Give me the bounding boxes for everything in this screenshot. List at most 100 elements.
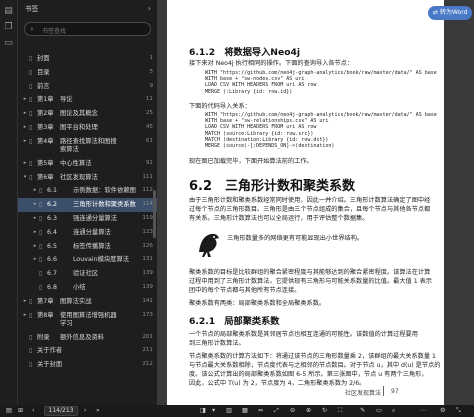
bookmark-item[interactable]: ▸ ▯ 第3章 图平台和处理 45 [18,121,157,135]
bookmark-page-number: 114 [142,201,153,208]
bookmark-icon: ▯ [29,173,33,181]
footer-divider [383,386,384,396]
bookmark-page-number: 9 [149,82,153,89]
sidebar-toggle-icon[interactable]: ▤ [6,405,12,417]
scroll-mode-icon[interactable]: ▦ [242,405,248,417]
settings-icon[interactable]: ⚙ [440,405,446,417]
last-page-icon[interactable]: » [96,405,100,417]
prev-page-icon[interactable]: ‹ [32,405,34,417]
sidebar-scrollbar[interactable] [153,190,156,238]
bookmark-label: 三角形计数和聚类系数 [73,201,136,209]
bookmark-label: 图论及其概念 [60,110,98,118]
expand-arrow-icon[interactable]: ▸ [22,157,28,171]
annotation-icon[interactable]: ▭ [4,38,14,48]
next-page-icon[interactable]: › [84,405,86,417]
thumbnail-icon[interactable]: ⊞ [18,405,23,417]
collapse-arrow-icon[interactable]: ▾ [22,171,28,185]
bookmark-label: 示例数据：软件依赖图 [73,187,136,195]
expand-arrow-icon[interactable]: ▸ [22,295,28,309]
bookmark-page-number: 11 [145,96,153,103]
expand-arrow-icon[interactable]: ▸ [22,107,28,121]
bookmark-chapter-number: 6.1 [47,187,58,195]
expand-arrow-icon[interactable]: ▸ [22,121,28,135]
expand-arrow-icon[interactable]: ▸ [22,93,28,107]
bookmark-item[interactable]: ▸ ▯ 6.2 三角形计数和聚类系数 114 [18,198,157,212]
bookmark-page-number: 112 [142,187,153,194]
bookmark-item[interactable]: ▸ ▯ 第7章 图算法实战 141 [18,295,157,309]
bookmark-panel-icon[interactable]: ▤ [4,6,14,16]
bookmark-item[interactable]: ▸ ▯ 6.3 强连通分量算法 119 [18,212,157,226]
paragraph-line: 团中的每个节点都与其他所有节点连接。 [189,287,301,294]
single-page-icon[interactable]: ◨ [200,405,206,417]
paragraph: 聚类系数有两类：局部聚类系数和全局聚类系数。 [189,300,326,307]
bookmark-label: 关于封面 [37,361,63,369]
convert-to-word-button[interactable]: ⇄ 转为Word [428,6,473,20]
section-heading-6-1-2: 6.1.2 将数据导入Neo4j [189,47,301,58]
expand-arrow-icon[interactable]: ▸ [22,135,28,149]
bookmark-page-number: 61 [145,137,153,144]
bookmark-item[interactable]: ▯ 关于封面 212 [18,358,157,372]
search-page-icon[interactable]: ⌕ [392,405,395,417]
bookmark-item[interactable]: ▯ 附录 额外信息及资料 201 [18,331,157,345]
bookmark-item[interactable]: ▸ ▯ 6.1 示例数据：软件依赖图 112 [18,184,157,198]
bookmark-item[interactable]: ▯ 关于作者 211 [18,344,157,358]
rotate-icon[interactable]: ↻ [322,405,327,417]
bookmark-item[interactable]: ▸ ▯ 6.4 连通分量算法 123 [18,226,157,240]
search-icon: ⌕ [30,25,34,33]
bookmark-item[interactable]: ▯ 封面 1 [18,52,157,66]
bookmark-page-number: 111 [142,173,153,180]
expand-arrow-icon[interactable]: ▸ [32,212,38,226]
page-number-input[interactable]: 114/213 [44,406,78,416]
expand-arrow-icon[interactable]: ▸ [22,309,28,323]
paragraph-line: 节点聚类系数的计算方法如下：将通过该节点的三角形数量乘 2，该群组的最大关系数量… [189,353,436,360]
expand-arrow-icon[interactable]: ▸ [32,226,38,240]
paragraph-line: 与节点最大关系数相除，节点度代表与之相邻的节点数目。对于节点 u，其中 d(u)… [189,362,441,369]
bookmark-chapter-number: 第6章 [37,173,54,181]
fullscreen-icon[interactable]: ⛶ [338,405,342,417]
bird-note-illustration [199,233,219,257]
read-mode-icon[interactable]: ▾ [212,405,215,417]
bookmark-item[interactable]: ▯ 目录 5 [18,66,157,80]
more-icon[interactable]: ⋯ [420,405,426,417]
paragraph-line: 过每个节点的三角形数目。三角形是由三个节点组成的集合，且每个节点与其他各节点都 [189,206,431,213]
bookmark-page-number: 173 [142,311,153,318]
copy-icon[interactable]: ❐ [4,22,14,32]
bookmark-item[interactable]: ▸ ▯ 第1章 导论 11 [18,93,157,107]
bookmark-item[interactable]: ▯ 前言 9 [18,80,157,94]
zoom-in-icon[interactable]: ⊕ [306,405,311,417]
close-sidebar-icon[interactable]: › [148,4,151,13]
annotate-icon[interactable]: ✎ [360,405,365,417]
bookmark-search-input[interactable]: ⌕ 书签查找 [24,22,151,36]
bookmark-chapter-number: 第3章 [37,123,54,131]
bookmark-item[interactable]: ▸ ▯ 第8章 使用图算法增强机器学习 173 [18,309,157,331]
bookmark-label: 额外信息及资料 [60,333,105,341]
expand-arrow-icon[interactable]: ▸ [32,198,38,212]
paragraph: 现在图已加载完毕，下面开始算法前的工作。 [189,158,313,165]
bookmark-item[interactable]: ▸ ▯ 第2章 图论及其概念 25 [18,107,157,121]
bookmark-item[interactable]: ▯ 6.7 验证社区 139 [18,267,157,281]
paragraph-line: 过程中用到了三角形计数算法，它提供现有三角形与可能关系数量的比值。最大值 1 表… [189,278,432,285]
fit-width-icon[interactable]: ⇔ [258,405,263,417]
double-page-icon[interactable]: ▥ [226,405,232,417]
bookmark-icon: ▯ [39,228,43,236]
bookmark-label: 前言 [37,82,50,90]
sidebar-title: 书签 [25,5,39,13]
zoom-out-icon[interactable]: ⊖ [290,405,295,417]
bookmark-item[interactable]: ▸ ▯ 第4章 路径查找算法和图搜索算法 61 [18,135,157,157]
expand-arrow-icon[interactable]: ▸ [32,253,38,267]
paragraph-line: 度。该公式计算出的局部聚类系数如图 6-5 所示。第三张图中，节点 u 有两个三… [189,371,428,378]
bookmark-item[interactable]: ▾ ▯ 第6章 社区发现算法 111 [18,171,157,185]
bookmark-item[interactable]: ▸ ▯ 第5章 中心性算法 91 [18,157,157,171]
expand-arrow-icon[interactable]: ▸ [32,184,38,198]
bookmark-item[interactable]: ▸ ▯ 6.6 Louvain模块度算法 131 [18,253,157,267]
expand-arrow-icon[interactable]: ▸ [32,240,38,254]
footer-chapter-title: 社区发现算法 [345,390,382,397]
expand-icon[interactable]: ⤡ [456,405,461,417]
bookmark-list: ▯ 封面 1 ▯ 目录 5 ▯ 前言 9 ▸ ▯ 第1章 导论 11 ▸ ▯ 第2章 图论及其概念 25 ▸ ▯ 第3章图… [18,52,157,372]
fit-page-icon[interactable]: ⤢ [274,405,279,417]
bookmark-item[interactable]: ▸ ▯ 6.5 标签传播算法 126 [18,240,157,254]
code-block: WITH "https://github.com/neo4j-graph-ana… [205,70,437,95]
highlight-icon[interactable]: ▭ [376,405,382,417]
bookmark-item[interactable]: ▯ 6.8 小结 139 [18,281,157,295]
paragraph-line: 到三角形计数算法。 [189,340,245,347]
